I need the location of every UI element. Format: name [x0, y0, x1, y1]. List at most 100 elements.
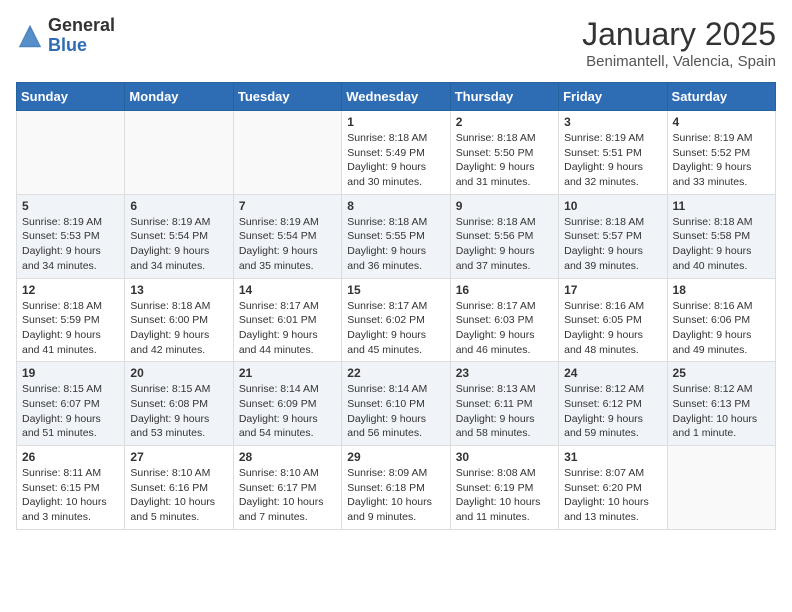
logo-icon [16, 22, 44, 50]
day-info: Sunrise: 8:10 AM Sunset: 6:17 PM Dayligh… [239, 466, 336, 525]
calendar: SundayMondayTuesdayWednesdayThursdayFrid… [16, 82, 776, 530]
calendar-day-cell: 24 Sunrise: 8:12 AM Sunset: 6:12 PM Dayli… [559, 362, 667, 446]
month-title: January 2025 [582, 16, 776, 53]
calendar-day-cell: 3 Sunrise: 8:19 AM Sunset: 5:51 PM Daylig… [559, 111, 667, 195]
day-number: 24 [564, 366, 661, 380]
calendar-day-cell [17, 111, 125, 195]
weekday-header: Tuesday [233, 83, 341, 111]
calendar-week-row: 12Sunrise: 8:18 AM Sunset: 5:59 PM Dayli… [17, 278, 776, 362]
calendar-day-cell: 30Sunrise: 8:08 AM Sunset: 6:19 PM Dayli… [450, 446, 558, 530]
page-header: General Blue January 2025 Benimantell, V… [16, 16, 776, 70]
calendar-day-cell: 7 Sunrise: 8:19 AM Sunset: 5:54 PM Daylig… [233, 194, 341, 278]
day-number: 28 [239, 450, 336, 464]
day-number: 4 [673, 115, 770, 129]
day-number: 23 [456, 366, 553, 380]
logo-text: General Blue [48, 16, 115, 56]
day-info: Sunrise: 8:18 AM Sunset: 5:55 PM Dayligh… [347, 215, 444, 274]
calendar-day-cell: 8 Sunrise: 8:18 AM Sunset: 5:55 PM Daylig… [342, 194, 450, 278]
logo-blue: Blue [48, 36, 115, 56]
calendar-day-cell: 26 Sunrise: 8:11 AM Sunset: 6:15 PM Dayli… [17, 446, 125, 530]
calendar-day-cell: 27 Sunrise: 8:10 AM Sunset: 6:16 PM Dayli… [125, 446, 233, 530]
day-info: Sunrise: 8:15 AM Sunset: 6:07 PM Dayligh… [22, 382, 119, 441]
day-info: Sunrise: 8:18 AM Sunset: 6:00 PM Dayligh… [130, 299, 227, 358]
day-info: Sunrise: 8:13 AM Sunset: 6:11 PM Dayligh… [456, 382, 553, 441]
day-number: 3 [564, 115, 661, 129]
day-info: Sunrise: 8:08 AM Sunset: 6:19 PM Dayligh… [456, 466, 553, 525]
day-number: 6 [130, 199, 227, 213]
day-info: Sunrise: 8:18 AM Sunset: 5:57 PM Dayligh… [564, 215, 661, 274]
calendar-day-cell: 11 Sunrise: 8:18 AM Sunset: 5:58 PM Dayli… [667, 194, 775, 278]
calendar-day-cell: 23 Sunrise: 8:13 AM Sunset: 6:11 PM Dayli… [450, 362, 558, 446]
day-number: 10 [564, 199, 661, 213]
calendar-day-cell: 31Sunrise: 8:07 AM Sunset: 6:20 PM Dayli… [559, 446, 667, 530]
day-info: Sunrise: 8:12 AM Sunset: 6:12 PM Dayligh… [564, 382, 661, 441]
day-info: Sunrise: 8:11 AM Sunset: 6:15 PM Dayligh… [22, 466, 119, 525]
day-info: Sunrise: 8:18 AM Sunset: 5:58 PM Dayligh… [673, 215, 770, 274]
day-number: 25 [673, 366, 770, 380]
day-info: Sunrise: 8:19 AM Sunset: 5:51 PM Dayligh… [564, 131, 661, 190]
day-info: Sunrise: 8:18 AM Sunset: 5:56 PM Dayligh… [456, 215, 553, 274]
weekday-header: Monday [125, 83, 233, 111]
calendar-day-cell: 16 Sunrise: 8:17 AM Sunset: 6:03 PM Dayli… [450, 278, 558, 362]
day-number: 8 [347, 199, 444, 213]
calendar-day-cell: 28 Sunrise: 8:10 AM Sunset: 6:17 PM Dayli… [233, 446, 341, 530]
weekday-header-row: SundayMondayTuesdayWednesdayThursdayFrid… [17, 83, 776, 111]
calendar-day-cell: 6Sunrise: 8:19 AM Sunset: 5:54 PM Daylig… [125, 194, 233, 278]
location: Benimantell, Valencia, Spain [582, 53, 776, 70]
day-info: Sunrise: 8:12 AM Sunset: 6:13 PM Dayligh… [673, 382, 770, 441]
day-number: 2 [456, 115, 553, 129]
calendar-day-cell: 17Sunrise: 8:16 AM Sunset: 6:05 PM Dayli… [559, 278, 667, 362]
day-number: 7 [239, 199, 336, 213]
weekday-header: Wednesday [342, 83, 450, 111]
day-number: 9 [456, 199, 553, 213]
day-number: 5 [22, 199, 119, 213]
calendar-day-cell: 20 Sunrise: 8:15 AM Sunset: 6:08 PM Dayli… [125, 362, 233, 446]
calendar-week-row: 26 Sunrise: 8:11 AM Sunset: 6:15 PM Dayli… [17, 446, 776, 530]
calendar-day-cell: 1Sunrise: 8:18 AM Sunset: 5:49 PM Daylig… [342, 111, 450, 195]
logo-general: General [48, 16, 115, 36]
day-info: Sunrise: 8:18 AM Sunset: 5:50 PM Dayligh… [456, 131, 553, 190]
logo: General Blue [16, 16, 115, 56]
weekday-header: Sunday [17, 83, 125, 111]
day-number: 27 [130, 450, 227, 464]
calendar-day-cell: 13 Sunrise: 8:18 AM Sunset: 6:00 PM Dayli… [125, 278, 233, 362]
day-info: Sunrise: 8:19 AM Sunset: 5:54 PM Dayligh… [239, 215, 336, 274]
calendar-day-cell [233, 111, 341, 195]
calendar-day-cell: 2 Sunrise: 8:18 AM Sunset: 5:50 PM Daylig… [450, 111, 558, 195]
calendar-day-cell: 25 Sunrise: 8:12 AM Sunset: 6:13 PM Dayli… [667, 362, 775, 446]
day-number: 26 [22, 450, 119, 464]
weekday-header: Saturday [667, 83, 775, 111]
day-number: 11 [673, 199, 770, 213]
day-info: Sunrise: 8:17 AM Sunset: 6:03 PM Dayligh… [456, 299, 553, 358]
day-info: Sunrise: 8:09 AM Sunset: 6:18 PM Dayligh… [347, 466, 444, 525]
calendar-day-cell: 12Sunrise: 8:18 AM Sunset: 5:59 PM Dayli… [17, 278, 125, 362]
calendar-day-cell: 18 Sunrise: 8:16 AM Sunset: 6:06 PM Dayli… [667, 278, 775, 362]
weekday-header: Thursday [450, 83, 558, 111]
calendar-day-cell: 4 Sunrise: 8:19 AM Sunset: 5:52 PM Daylig… [667, 111, 775, 195]
day-info: Sunrise: 8:17 AM Sunset: 6:02 PM Dayligh… [347, 299, 444, 358]
day-info: Sunrise: 8:14 AM Sunset: 6:10 PM Dayligh… [347, 382, 444, 441]
day-info: Sunrise: 8:15 AM Sunset: 6:08 PM Dayligh… [130, 382, 227, 441]
calendar-day-cell: 19Sunrise: 8:15 AM Sunset: 6:07 PM Dayli… [17, 362, 125, 446]
day-info: Sunrise: 8:19 AM Sunset: 5:52 PM Dayligh… [673, 131, 770, 190]
day-info: Sunrise: 8:16 AM Sunset: 6:05 PM Dayligh… [564, 299, 661, 358]
weekday-header: Friday [559, 83, 667, 111]
day-info: Sunrise: 8:17 AM Sunset: 6:01 PM Dayligh… [239, 299, 336, 358]
day-number: 20 [130, 366, 227, 380]
day-info: Sunrise: 8:07 AM Sunset: 6:20 PM Dayligh… [564, 466, 661, 525]
day-number: 29 [347, 450, 444, 464]
day-info: Sunrise: 8:19 AM Sunset: 5:53 PM Dayligh… [22, 215, 119, 274]
day-number: 13 [130, 283, 227, 297]
calendar-day-cell: 9 Sunrise: 8:18 AM Sunset: 5:56 PM Daylig… [450, 194, 558, 278]
calendar-day-cell: 29 Sunrise: 8:09 AM Sunset: 6:18 PM Dayli… [342, 446, 450, 530]
calendar-week-row: 1Sunrise: 8:18 AM Sunset: 5:49 PM Daylig… [17, 111, 776, 195]
day-number: 16 [456, 283, 553, 297]
day-info: Sunrise: 8:10 AM Sunset: 6:16 PM Dayligh… [130, 466, 227, 525]
calendar-day-cell: 15 Sunrise: 8:17 AM Sunset: 6:02 PM Dayli… [342, 278, 450, 362]
calendar-day-cell: 21Sunrise: 8:14 AM Sunset: 6:09 PM Dayli… [233, 362, 341, 446]
day-number: 18 [673, 283, 770, 297]
day-info: Sunrise: 8:16 AM Sunset: 6:06 PM Dayligh… [673, 299, 770, 358]
day-number: 14 [239, 283, 336, 297]
day-number: 15 [347, 283, 444, 297]
day-number: 22 [347, 366, 444, 380]
